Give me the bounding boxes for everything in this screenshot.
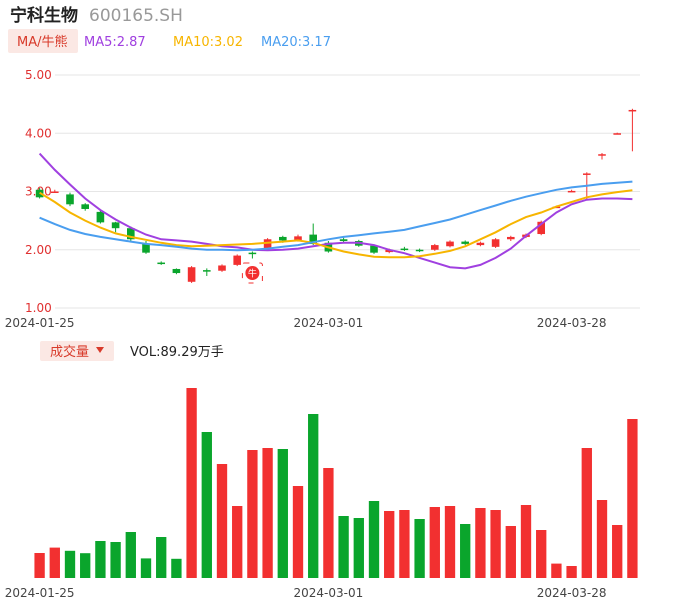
- candle-body: [111, 222, 120, 229]
- volume-bar: [140, 558, 152, 578]
- volume-bar: [292, 486, 304, 578]
- volume-bar: [399, 510, 410, 578]
- candle-body: [157, 262, 165, 265]
- candle-body: [476, 242, 485, 246]
- price-x-tick-label: 2024-03-01: [294, 316, 364, 330]
- volume-bar: [156, 537, 167, 578]
- price-x-tick-label: 2024-01-25: [5, 316, 75, 330]
- volume-bar: [232, 506, 243, 578]
- volume-bar: [475, 508, 486, 578]
- volume-selector-label: 成交量: [50, 344, 89, 360]
- volume-bar: [490, 510, 501, 578]
- price-y-tick-label: 1.00: [25, 301, 52, 315]
- volume-bar: [64, 550, 76, 578]
- volume-bar: [277, 449, 288, 578]
- volume-bar: [49, 547, 60, 578]
- volume-bar: [444, 506, 456, 578]
- candle-body: [613, 133, 621, 135]
- candle-body: [415, 249, 424, 252]
- candle-body: [446, 241, 454, 247]
- volume-bar: [171, 558, 182, 578]
- candle-body: [187, 267, 196, 282]
- stock-code: 600165.SH: [89, 6, 183, 26]
- volume-bar: [262, 448, 273, 578]
- candle-body: [51, 191, 59, 193]
- volume-bar: [581, 448, 592, 578]
- candle-body: [461, 241, 469, 244]
- ma20-readout: MA20:3.17: [261, 35, 331, 50]
- candle-body: [491, 239, 500, 247]
- candle-body: [203, 270, 211, 272]
- candle-body: [233, 255, 241, 265]
- volume-bar: [536, 530, 547, 578]
- candle-body: [81, 204, 89, 209]
- price-y-tick-label: 4.00: [25, 126, 52, 140]
- volume-bar: [505, 526, 516, 578]
- volume-bar: [323, 468, 334, 578]
- candle-body: [142, 243, 150, 253]
- candle-body: [628, 109, 637, 112]
- candle-body: [431, 245, 439, 250]
- volume-bar: [551, 563, 562, 578]
- ma-selector-label: MA/牛熊: [17, 34, 68, 50]
- volume-bar: [186, 388, 197, 578]
- price-x-axis: 2024-01-25 2024-03-01 2024-03-28: [5, 316, 607, 330]
- volume-bar: [353, 518, 364, 578]
- volume-bar: [95, 541, 106, 578]
- candle-body: [248, 252, 257, 255]
- volume-bar: [247, 450, 258, 578]
- volume-bar: [80, 553, 91, 578]
- volume-bar: [429, 507, 440, 578]
- candle-body: [66, 194, 74, 205]
- volume-readout: VOL:89.29万手: [130, 345, 224, 360]
- candle-body: [598, 154, 606, 156]
- volume-bar: [338, 516, 349, 578]
- candle-body: [339, 239, 348, 242]
- candle-body: [400, 248, 409, 251]
- price-y-tick-label: 5.00: [25, 68, 52, 82]
- ma5-readout: MA5:2.87: [84, 35, 146, 50]
- volume-bar: [216, 464, 228, 578]
- candlestick-series: [35, 108, 637, 283]
- vol-x-tick-label: 2024-03-01: [294, 586, 364, 600]
- volume-x-axis: 2024-01-25 2024-03-01 2024-03-28: [5, 586, 607, 600]
- volume-bar: [368, 501, 380, 578]
- volume-bar: [612, 525, 623, 578]
- candle-body: [567, 190, 576, 193]
- candle-body: [583, 173, 591, 175]
- volume-bar: [110, 542, 121, 578]
- stock-name: 宁科生物: [10, 5, 78, 26]
- vol-x-tick-label: 2024-01-25: [5, 586, 75, 600]
- volume-bar: [125, 532, 136, 578]
- moving-average-lines: [38, 152, 633, 270]
- candle-body: [172, 268, 181, 274]
- candle-body: [279, 236, 287, 241]
- vol-x-tick-label: 2024-03-28: [537, 586, 607, 600]
- volume-bar: [627, 419, 638, 578]
- candle-body: [507, 236, 515, 240]
- volume-bar: [384, 511, 395, 578]
- ma10-readout: MA10:3.02: [173, 35, 243, 50]
- candle-body: [218, 265, 226, 271]
- volume-bar: [414, 519, 425, 578]
- volume-bar: [34, 553, 45, 578]
- volume-bar: [566, 566, 577, 578]
- volume-bar: [520, 505, 532, 578]
- price-x-tick-label: 2024-03-28: [537, 316, 607, 330]
- volume-bar: [596, 500, 608, 578]
- volume-bar: [308, 414, 319, 578]
- stock-chart-canvas: 宁科生物 600165.SH MA/牛熊 MA5:2.87 MA10:3.02 …: [5, 5, 640, 600]
- bull-badge-marker[interactable]: 牛: [241, 262, 263, 284]
- price-y-tick-label: 2.00: [25, 243, 52, 257]
- candle-body: [96, 211, 105, 223]
- volume-bar: [201, 432, 212, 578]
- bull-badge-text: 牛: [248, 268, 257, 280]
- volume-bar-series: [34, 388, 638, 578]
- volume-bar: [460, 524, 471, 578]
